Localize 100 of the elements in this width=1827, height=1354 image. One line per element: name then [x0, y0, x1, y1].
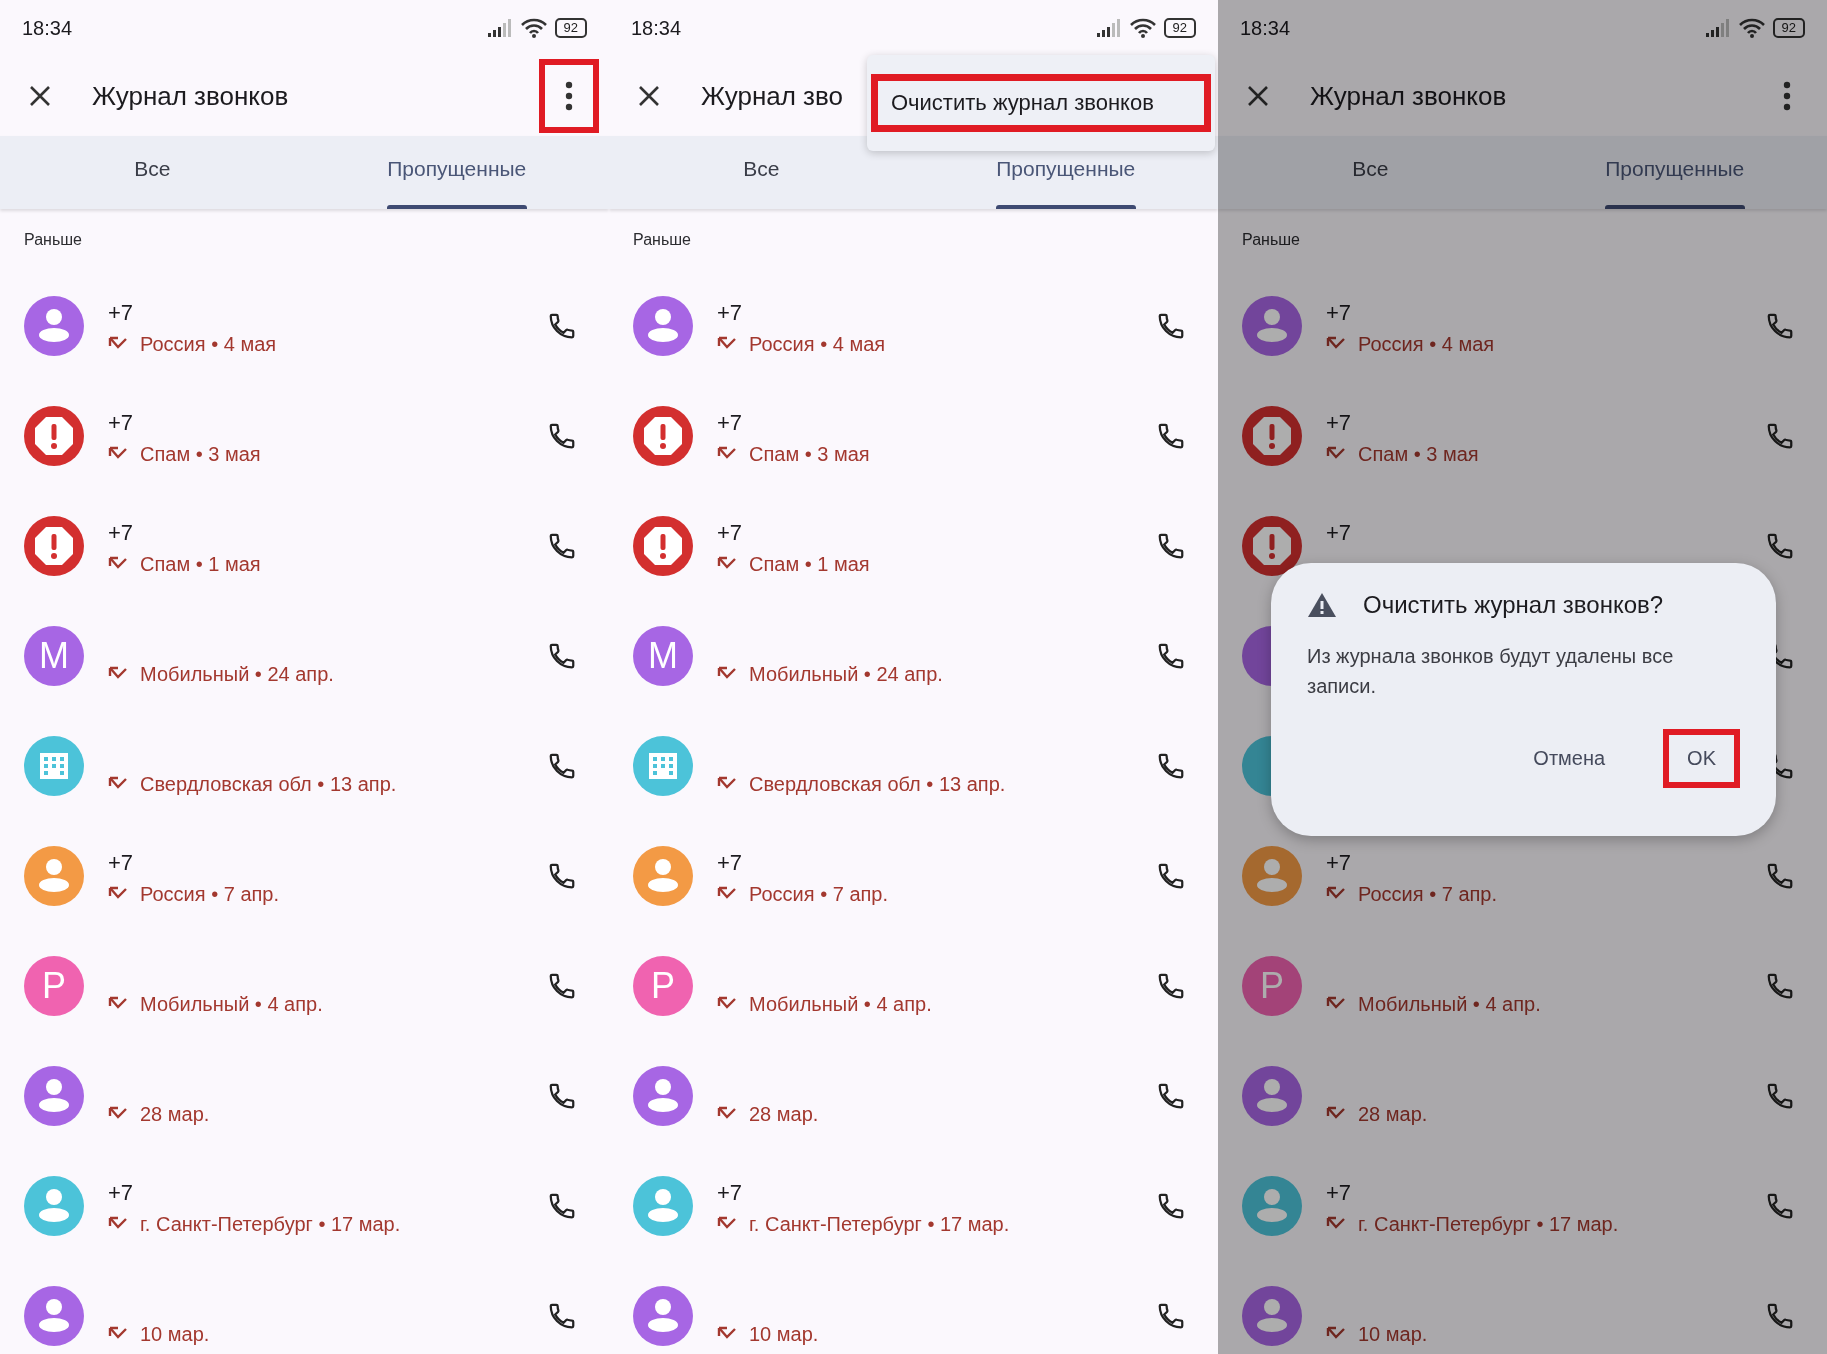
call-details: Спам • 3 мая: [1358, 442, 1479, 466]
signal-icon: [486, 18, 513, 38]
battery-level: 92: [1772, 18, 1805, 38]
tab[interactable]: Пропущенные: [304, 136, 609, 209]
tab[interactable]: Пропущенные: [913, 136, 1218, 209]
close-icon[interactable]: [28, 84, 52, 108]
person-icon: [39, 859, 69, 893]
close-icon[interactable]: [637, 84, 661, 108]
call-button-icon[interactable]: [547, 971, 577, 1001]
call-button-icon[interactable]: [1765, 531, 1795, 561]
call-button-icon[interactable]: [547, 861, 577, 891]
contact-avatar[interactable]: [633, 516, 693, 576]
person-icon: [648, 1189, 678, 1223]
phone-number: +7: [717, 300, 743, 326]
call-button-icon[interactable]: [1765, 861, 1795, 891]
contact-avatar[interactable]: [24, 1286, 84, 1346]
call-button-icon[interactable]: [1765, 1301, 1795, 1331]
screen-title: Журнал зво: [701, 80, 843, 112]
section-label: Раньше: [24, 231, 82, 249]
call-button-icon[interactable]: [1156, 1301, 1186, 1331]
more-options-button[interactable]: [539, 59, 599, 133]
call-details: Россия • 4 мая: [1358, 332, 1495, 356]
contact-avatar[interactable]: [24, 1066, 84, 1126]
battery-level: 92: [554, 18, 587, 38]
contact-avatar[interactable]: M: [633, 626, 693, 686]
tab[interactable]: Все: [609, 136, 914, 209]
tab[interactable]: Пропущенные: [1522, 136, 1827, 209]
call-button-icon[interactable]: [547, 1301, 577, 1331]
menu-item[interactable]: Очистить журнал звонков: [871, 74, 1211, 132]
person-icon: [648, 1299, 678, 1333]
wifi-icon: [1129, 18, 1156, 38]
call-details: Спам • 3 мая: [749, 442, 870, 466]
call-details: 10 мар.: [1358, 1322, 1428, 1346]
close-icon[interactable]: [1246, 84, 1270, 108]
warning-icon: [33, 525, 75, 567]
wifi-icon: [520, 18, 547, 38]
call-button-icon[interactable]: [1156, 1191, 1186, 1221]
call-details: Мобильный • 4 апр.: [1358, 992, 1541, 1016]
call-button-icon[interactable]: [547, 421, 577, 451]
tab[interactable]: Все: [1218, 136, 1523, 209]
contact-avatar[interactable]: [633, 1286, 693, 1346]
contact-avatar[interactable]: [24, 296, 84, 356]
call-button-icon[interactable]: [547, 1081, 577, 1111]
call-button-icon[interactable]: [547, 641, 577, 671]
person-icon: [39, 1079, 69, 1113]
signal-icon: [1704, 18, 1731, 38]
contact-avatar[interactable]: [1242, 406, 1302, 466]
phone-number: +7: [1326, 520, 1352, 546]
call-button-icon[interactable]: [1765, 311, 1795, 341]
phone-number: +7: [108, 850, 134, 876]
person-icon: [648, 309, 678, 343]
call-details: г. Санкт-Петербург • 17 мар.: [749, 1212, 1010, 1236]
phone-number: +7: [1326, 300, 1352, 326]
call-details: Россия • 4 мая: [140, 332, 277, 356]
call-details: Мобильный • 24 апр.: [749, 662, 943, 686]
call-button-icon[interactable]: [1765, 1081, 1795, 1111]
call-button-icon[interactable]: [1156, 1081, 1186, 1111]
warning-icon: [642, 415, 684, 457]
contact-avatar[interactable]: M: [24, 626, 84, 686]
dialog-button[interactable]: OK: [1663, 729, 1740, 788]
section-label: Раньше: [633, 231, 691, 249]
call-button-icon[interactable]: [547, 751, 577, 781]
more-icon: [565, 81, 573, 111]
status-time: 18:34: [22, 16, 73, 40]
call-details: Мобильный • 24 апр.: [140, 662, 334, 686]
call-button-icon[interactable]: [1156, 531, 1186, 561]
person-icon: [39, 1189, 69, 1223]
contact-avatar[interactable]: [24, 516, 84, 576]
call-button-icon[interactable]: [1156, 421, 1186, 451]
building-icon: [40, 753, 68, 779]
contact-avatar[interactable]: [24, 406, 84, 466]
call-button-icon[interactable]: [1156, 861, 1186, 891]
call-details: 10 мар.: [749, 1322, 819, 1346]
phone-number: +7: [1326, 1180, 1352, 1206]
contact-avatar[interactable]: [633, 1066, 693, 1126]
call-button-icon[interactable]: [1156, 751, 1186, 781]
call-button-icon[interactable]: [1156, 971, 1186, 1001]
call-details: Мобильный • 4 апр.: [749, 992, 932, 1016]
call-details: 28 мар.: [1358, 1102, 1428, 1126]
dialog-button[interactable]: Отмена: [1509, 729, 1630, 788]
tab[interactable]: Все: [0, 136, 305, 209]
call-button-icon[interactable]: [547, 1191, 577, 1221]
call-button-icon[interactable]: [1765, 1191, 1795, 1221]
person-icon: [1257, 1299, 1287, 1333]
status-time: 18:34: [1240, 16, 1291, 40]
person-icon: [1257, 1079, 1287, 1113]
call-details: г. Санкт-Петербург • 17 мар.: [1358, 1212, 1619, 1236]
call-details: 28 мар.: [749, 1102, 819, 1126]
contact-avatar[interactable]: [1242, 516, 1302, 576]
dialog-message: Из журнала звонков будут удалены все записи.: [1307, 644, 1675, 699]
call-details: г. Санкт-Петербург • 17 мар.: [140, 1212, 401, 1236]
call-button-icon[interactable]: [1765, 971, 1795, 1001]
call-button-icon[interactable]: [547, 531, 577, 561]
call-button-icon[interactable]: [1156, 641, 1186, 671]
contact-avatar[interactable]: [633, 406, 693, 466]
call-button-icon[interactable]: [547, 311, 577, 341]
call-details: 10 мар.: [140, 1322, 210, 1346]
contact-avatar[interactable]: [633, 296, 693, 356]
call-button-icon[interactable]: [1156, 311, 1186, 341]
call-button-icon[interactable]: [1765, 421, 1795, 451]
